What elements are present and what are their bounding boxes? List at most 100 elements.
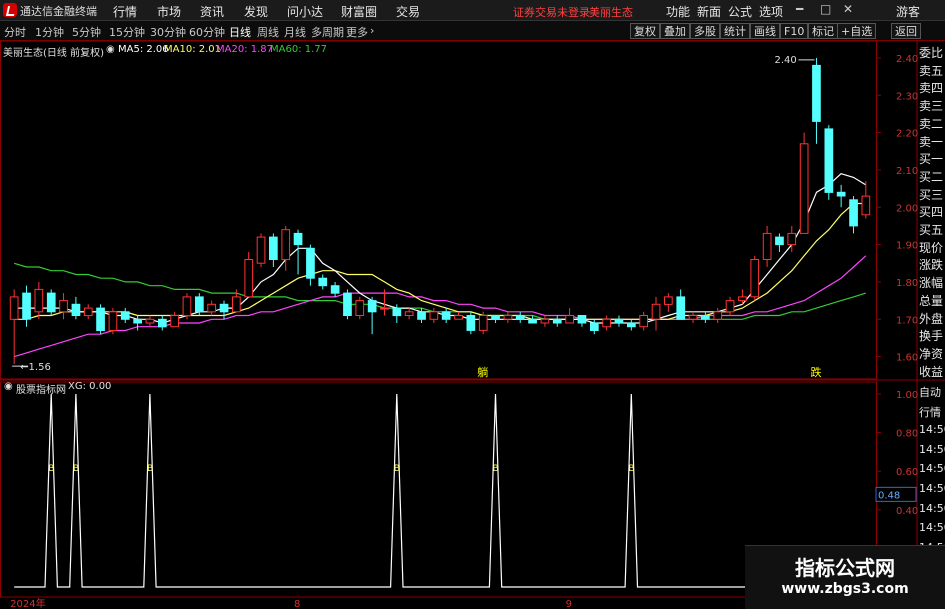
tick-time-label: 14:50 (919, 442, 945, 456)
tick-time-label: 行情 (919, 405, 941, 419)
menu-item-ask[interactable]: 问小达 (287, 3, 323, 20)
quote-label: 外盘 (919, 311, 944, 326)
signal-marker: 躺 (477, 365, 488, 379)
f10-button[interactable]: F10 (780, 23, 809, 39)
candle-down (836, 191, 846, 197)
candle-down (46, 292, 56, 313)
draw-line-button[interactable]: 画线 (750, 23, 780, 39)
chart-stock-title: 美丽生态(日线 前复权) (3, 48, 104, 59)
candle-up (762, 232, 772, 260)
more-chevron-icon[interactable]: › (370, 24, 374, 37)
tab-60min[interactable]: 60分钟 (189, 24, 225, 40)
menu-item-function[interactable]: 功能 (666, 3, 690, 20)
menu-item-discover[interactable]: 发现 (244, 3, 268, 20)
price-tick-label: 1.70 (896, 315, 918, 326)
candle-up (639, 315, 648, 328)
menu-item-options[interactable]: 选项 (759, 3, 783, 20)
mark-button[interactable]: 标记 (808, 23, 838, 39)
menu-item-formula[interactable]: 公式 (728, 3, 752, 20)
legend-dot-icon[interactable]: ◉ (106, 44, 115, 55)
candle-up (861, 195, 871, 216)
quote-label: 卖四 (919, 81, 944, 96)
candle-down (849, 199, 858, 227)
multi-stock-button[interactable]: 多股 (690, 23, 720, 39)
price-tick-label: 2.40 (896, 54, 918, 65)
low-price-label: ←1.56 (20, 362, 51, 373)
candle-down (293, 232, 303, 246)
watermark: 指标公式网 www.zbgs3.com (745, 545, 945, 609)
tab-15min[interactable]: 15分钟 (109, 24, 145, 40)
candle-down (306, 247, 315, 279)
candle-up (503, 315, 513, 320)
xg-indicator-line (14, 393, 866, 588)
candle-up (651, 303, 661, 320)
indicator-tick-label: 0.40 (896, 506, 918, 517)
overlay-button[interactable]: 叠加 (660, 23, 690, 39)
candle-up (170, 315, 180, 328)
candle-down (219, 303, 229, 313)
menu-item-trade[interactable]: 交易 (396, 3, 420, 20)
candle-up (207, 303, 217, 313)
tab-daily[interactable]: 日线 (229, 24, 251, 40)
price-tick-label: 2.10 (896, 166, 918, 177)
menu-item-market[interactable]: 行情 (113, 3, 137, 20)
user-label[interactable]: 游客 (896, 3, 920, 20)
candle-up (182, 296, 192, 317)
quote-label: 卖一 (919, 134, 944, 149)
buy-signal-label: B (628, 464, 634, 474)
add-watchlist-button[interactable]: +自选 (837, 23, 877, 39)
candle-up (404, 311, 414, 316)
candle-down (627, 322, 636, 328)
quote-label: 卖三 (919, 99, 944, 114)
candle-up (565, 315, 574, 324)
quote-label: 涨幅 (919, 276, 944, 291)
tab-intraday[interactable]: 分时 (4, 24, 26, 40)
candle-up (454, 315, 463, 320)
tab-weekly[interactable]: 周线 (257, 24, 279, 40)
candle-up (244, 259, 254, 298)
menu-item-wealth[interactable]: 财富圈 (341, 3, 377, 20)
indicator-dot-icon[interactable]: ◉ (4, 381, 13, 392)
menu-item-news[interactable]: 资讯 (200, 3, 224, 20)
quote-label: 委比 (919, 46, 944, 60)
restore-rights-button[interactable]: 复权 (630, 23, 660, 39)
tab-multi-period[interactable]: 多周期 (311, 24, 344, 40)
candle-up (256, 236, 266, 264)
login-status[interactable]: 证券交易未登录 (513, 4, 590, 20)
kline-chart[interactable]: 2.40 2.30 2.20 2.10 2.00 1.90 1.80 1.70 1.60 2.4… (0, 41, 945, 609)
candle-down (491, 315, 500, 320)
quote-label: 买二 (919, 169, 944, 184)
candle-down (22, 292, 31, 320)
back-button[interactable]: 返回 (891, 23, 921, 39)
quote-label: 换手 (919, 329, 944, 344)
statistics-button[interactable]: 统计 (720, 23, 750, 39)
candle-down (824, 128, 834, 193)
quote-label: 现价 (919, 240, 944, 255)
tick-time-label: 14:50 (919, 521, 945, 535)
tick-time-label: 14:50 (919, 482, 945, 495)
price-tick-label: 2.30 (896, 91, 918, 102)
app-logo-icon (3, 3, 17, 17)
menu-item-newpage[interactable]: 新面 (697, 3, 721, 20)
tab-1min[interactable]: 1分钟 (35, 24, 64, 40)
tick-time-label: 自动 (919, 386, 941, 399)
candle-up (281, 229, 291, 261)
candle-up (232, 296, 241, 313)
time-label: 9 (566, 599, 572, 609)
minimize-icon[interactable]: ━ (796, 2, 803, 16)
candle-up (108, 311, 118, 331)
buy-signal-label: B (147, 464, 153, 474)
tab-30min[interactable]: 30分钟 (150, 24, 186, 40)
signal-marker: 跌 (810, 365, 821, 379)
candle-up (738, 296, 747, 302)
candle-down (71, 303, 81, 316)
candle-down (195, 296, 204, 313)
menu-item-bazaar[interactable]: 市场 (157, 3, 181, 20)
maximize-icon[interactable]: □ (820, 2, 831, 16)
tab-5min[interactable]: 5分钟 (72, 24, 101, 40)
tab-monthly[interactable]: 月线 (284, 24, 306, 40)
tab-more[interactable]: 更多 (346, 24, 368, 40)
candle-down (367, 300, 377, 313)
close-icon[interactable]: ✕ (843, 2, 853, 16)
ma60-line (14, 262, 866, 320)
